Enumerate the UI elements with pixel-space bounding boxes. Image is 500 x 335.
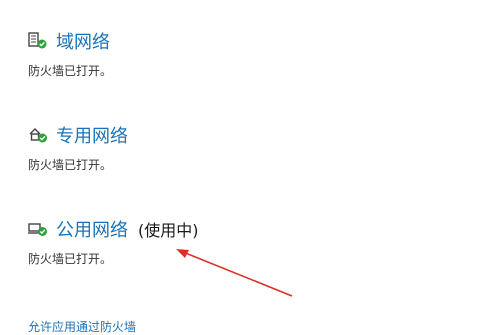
private-network-header: 专用网络 (28, 122, 128, 148)
public-network-shield-icon (28, 220, 48, 238)
private-network-link[interactable]: 专用网络 (56, 122, 128, 148)
domain-network-section: 域网络 防火墙已打开。 (28, 28, 112, 79)
domain-network-shield-icon (28, 32, 48, 50)
domain-network-link[interactable]: 域网络 (56, 28, 110, 54)
allow-app-through-firewall-link[interactable]: 允许应用通过防火墙 (28, 318, 136, 335)
public-network-section: 公用网络 (使用中) 防火墙已打开。 (28, 216, 199, 267)
domain-network-status: 防火墙已打开。 (28, 64, 113, 78)
private-network-section: 专用网络 防火墙已打开。 (28, 122, 128, 173)
public-network-in-use-label: (使用中) (138, 221, 199, 240)
public-network-link[interactable]: 公用网络 (56, 216, 128, 242)
private-network-status: 防火墙已打开。 (28, 158, 113, 172)
public-network-status: 防火墙已打开。 (28, 252, 113, 266)
domain-network-header: 域网络 (28, 28, 112, 54)
private-network-shield-icon (28, 126, 48, 144)
public-network-header: 公用网络 (使用中) (28, 216, 199, 242)
